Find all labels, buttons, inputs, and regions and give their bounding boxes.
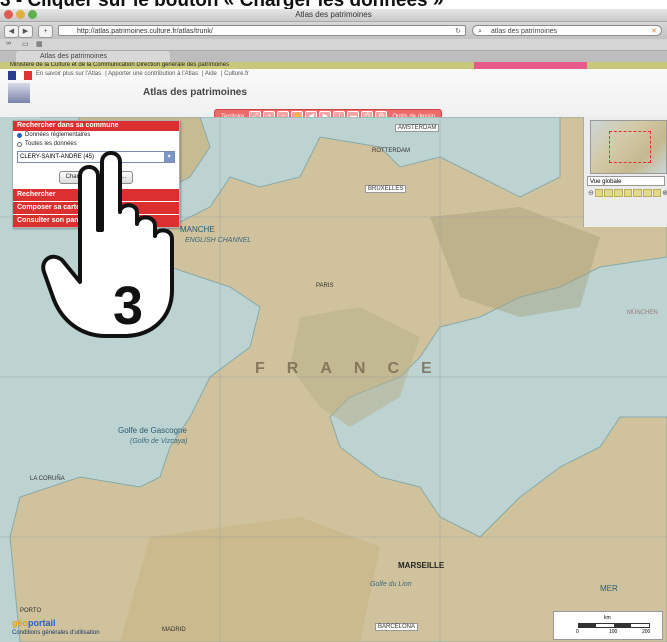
flag-icon [8, 71, 32, 80]
top-links: En savoir plus sur l'Atlas | Apporter une… [36, 71, 249, 77]
search-text: atlas des patrimoines [491, 28, 558, 35]
radio-regulatory[interactable]: Données réglementaires [13, 131, 179, 140]
window-titlebar: Atlas des patrimoines [0, 9, 667, 22]
hand-shape [41, 151, 174, 338]
clear-search-icon[interactable]: ✕ [651, 26, 657, 35]
geoportail-prefix: géo [12, 618, 29, 628]
zoom-in-small-icon[interactable]: ⊕ [662, 189, 667, 197]
tab-atlas[interactable]: Atlas des patrimoines [16, 51, 170, 62]
ministry-logo [5, 69, 35, 115]
view-select[interactable]: Vue globale [587, 176, 665, 186]
scale-unit: km [604, 615, 611, 621]
site-header: En savoir plus sur l'Atlas | Apporter une… [0, 69, 667, 125]
zoom-out-small-icon[interactable]: ⊖ [588, 189, 594, 197]
link-contribution[interactable]: Apporter une contribution à l'Atlas [108, 71, 198, 77]
zoom-slider[interactable]: ⊖ ⊕ [588, 189, 667, 197]
overview-map[interactable] [590, 120, 667, 174]
label-barcelona: BARCELONA [375, 623, 419, 631]
link-aide[interactable]: Aide [205, 71, 217, 77]
zoom-level[interactable] [594, 189, 604, 197]
geoportail-text: portail [28, 618, 56, 628]
radio-unselected-icon [17, 142, 22, 147]
panel-header: Rechercher dans sa commune [13, 121, 179, 131]
instruction-text: 3 - Cliquer sur le bouton « Charger les … [0, 0, 443, 9]
label-bruxelles: BRUXELLES [365, 185, 407, 193]
link-savoir-plus[interactable]: En savoir plus sur l'Atlas [36, 71, 101, 77]
label-mer: MER [600, 584, 618, 593]
overview-panel: Vue globale ⊖ ⊕ [583, 117, 667, 227]
zoom-level[interactable] [604, 189, 614, 197]
bookmarks-bar: ∞ ▭ ▦ [0, 39, 667, 51]
label-paris: PARIS [316, 283, 334, 289]
label-english-channel: ENGLISH CHANNEL [185, 237, 252, 244]
overview-frame[interactable] [609, 131, 651, 163]
label-porto: PORTO [20, 608, 42, 614]
add-bookmark-button[interactable]: + [38, 25, 53, 38]
site-title: Atlas des patrimoines [143, 87, 247, 98]
label-munchen: MÜNCHEN [627, 310, 658, 316]
zoom-level[interactable] [623, 189, 633, 197]
reading-list-icon[interactable]: ∞ [6, 40, 11, 47]
top-sites-icon[interactable]: ▦ [36, 40, 43, 48]
step-number: 3 [113, 276, 143, 336]
scale-200: 200 [642, 629, 651, 635]
scale-bar: km 0 100 200 [553, 611, 663, 640]
pointing-hand-icon: 3 [41, 151, 174, 338]
geoportail-logo[interactable]: géoportail [12, 618, 56, 628]
back-button[interactable]: ◀ [4, 25, 19, 38]
tab-strip: Atlas des patrimoines [0, 51, 667, 62]
zoom-level[interactable] [633, 189, 642, 197]
radio-selected-icon [17, 133, 22, 138]
label-marseille: MARSEILLE [398, 561, 445, 570]
cgu-link[interactable]: Conditions générales d'utilisation [12, 630, 100, 636]
browser-toolbar: ◀ ▶ + http://atlas.patrimoines.culture.f… [0, 22, 667, 39]
search-icon: ⌕ [478, 28, 482, 35]
banner-accent [474, 62, 587, 69]
radio-regulatory-label: Données réglementaires [25, 132, 91, 138]
label-france: FRANCE [255, 360, 454, 377]
link-culture[interactable]: Culture.fr [224, 71, 249, 77]
label-rotterdam: ROTTERDAM [372, 148, 410, 154]
label-golfo-vizcaya: (Golfo de Vizcaya) [130, 438, 188, 445]
url-text: http://atlas.patrimoines.culture.fr/atla… [77, 28, 213, 35]
zoom-level[interactable] [642, 189, 652, 197]
logo-block [8, 83, 30, 103]
url-bar[interactable]: http://atlas.patrimoines.culture.fr/atla… [58, 25, 466, 36]
scale-0: 0 [576, 629, 579, 635]
window-title: Atlas des patrimoines [295, 10, 372, 19]
label-golfe-lion: Golfe du Lion [370, 581, 412, 588]
zoom-level[interactable] [614, 189, 623, 197]
label-amsterdam: AMSTERDAM [395, 124, 440, 132]
label-coruna: LA CORUÑA [30, 476, 65, 482]
scale-graphic [578, 623, 650, 628]
scale-100: 100 [609, 629, 618, 635]
zoom-level[interactable] [652, 189, 662, 197]
bookmarks-icon[interactable]: ▭ [22, 40, 29, 48]
instruction-heading: 3 - Cliquer sur le bouton « Charger les … [0, 0, 667, 9]
label-madrid: MADRID [162, 627, 186, 633]
forward-button[interactable]: ▶ [18, 25, 33, 38]
label-golfe-gascogne: Golfe de Gascogne [118, 426, 187, 435]
search-field[interactable]: ⌕ atlas des patrimoines ✕ [472, 25, 662, 36]
reload-icon[interactable]: ↻ [455, 26, 461, 35]
